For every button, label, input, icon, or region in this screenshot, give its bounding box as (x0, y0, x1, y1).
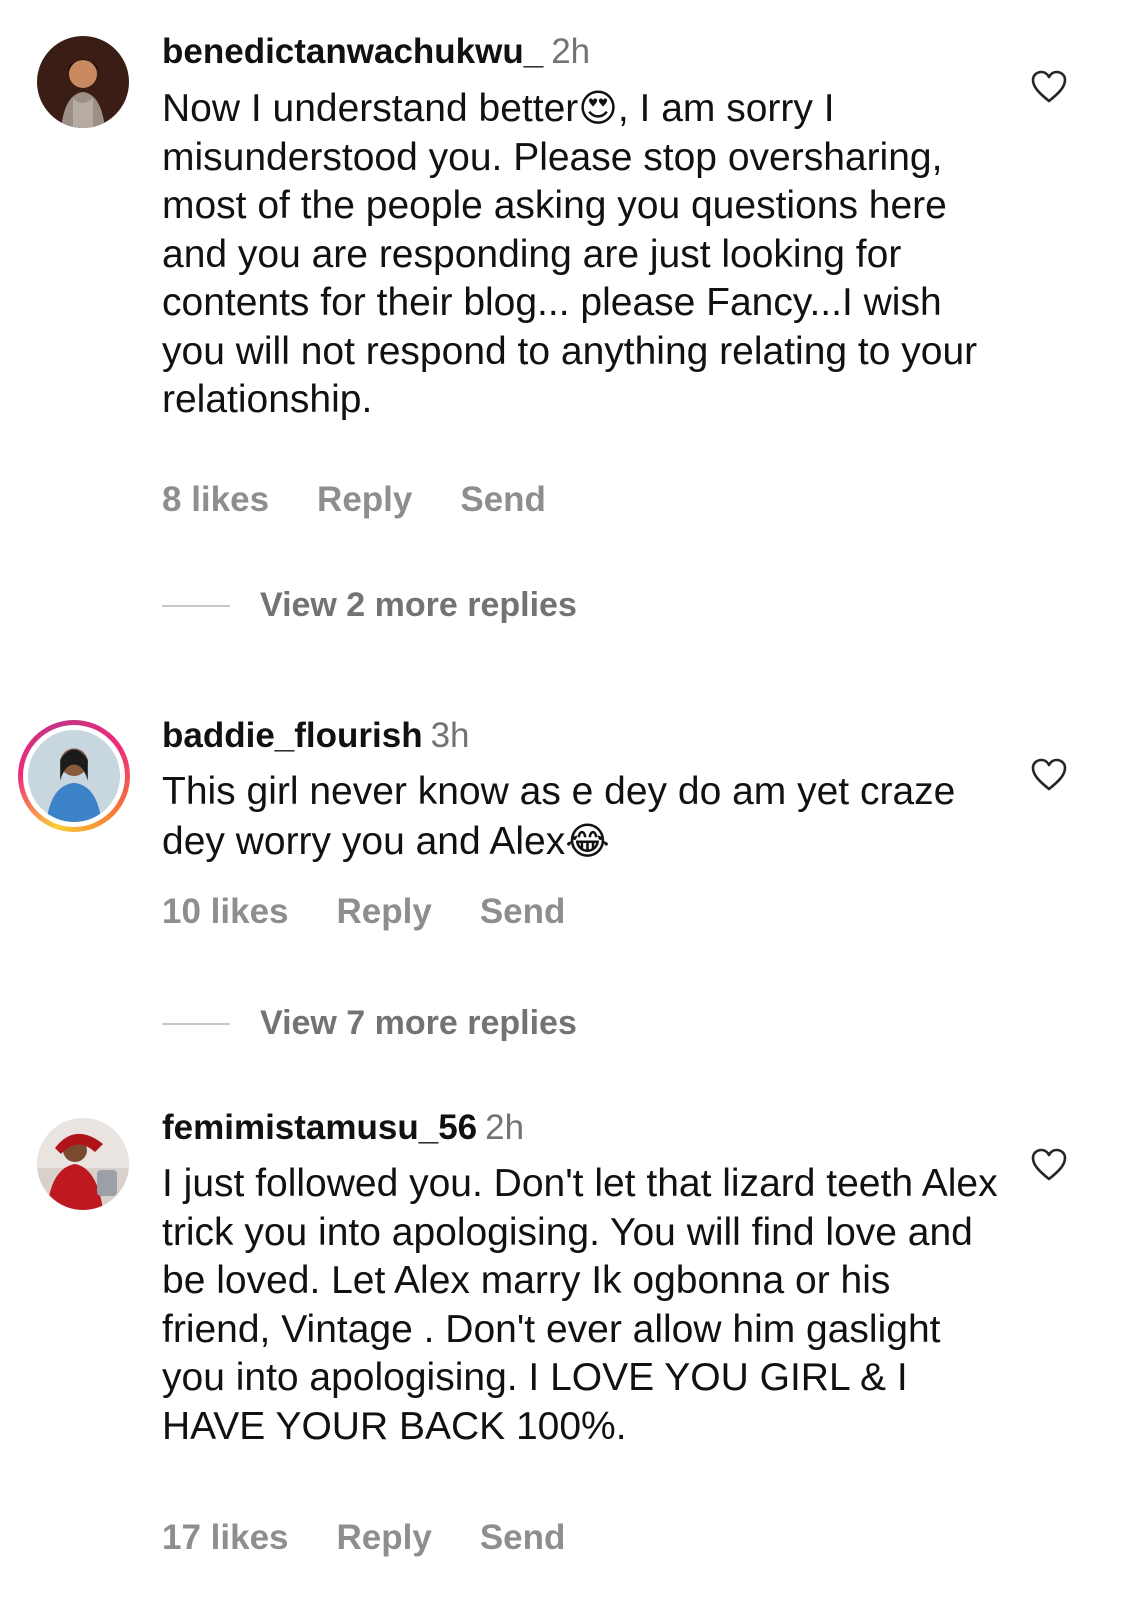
comment-actions: 10 likes Reply Send (162, 892, 613, 932)
username[interactable]: baddie_flourish (162, 716, 423, 755)
view-more-replies[interactable]: View 7 more replies (162, 1004, 577, 1044)
comment-header: benedictanwachukwu_ 2h (162, 32, 590, 72)
timestamp: 3h (430, 716, 470, 755)
comment-header: femimistamusu_56 2h (162, 1108, 524, 1148)
timestamp: 2h (551, 32, 591, 71)
username[interactable]: benedictanwachukwu_ (162, 32, 543, 71)
likes-count[interactable]: 17 likes (162, 1518, 289, 1557)
timestamp: 2h (485, 1108, 525, 1147)
view-more-replies[interactable]: View 2 more replies (162, 586, 577, 626)
send-button[interactable]: Send (460, 480, 546, 519)
comment-actions: 17 likes Reply Send (162, 1518, 613, 1558)
comment-actions: 8 likes Reply Send (162, 480, 594, 520)
comment-text-part: , I am sorry I misunderstood you. Please… (162, 87, 978, 421)
comment-text: I just followed you. Don't let that liza… (162, 1162, 998, 1448)
likes-count[interactable]: 8 likes (162, 480, 269, 519)
send-button[interactable]: Send (480, 892, 566, 931)
avatar[interactable] (37, 1118, 129, 1210)
heart-outline-icon[interactable] (1031, 1148, 1067, 1182)
laughing-emoji: 😂 (565, 818, 610, 863)
reply-button[interactable]: Reply (337, 892, 432, 931)
view-more-label[interactable]: View 7 more replies (260, 1004, 577, 1042)
heart-eyes-emoji: 😍 (578, 86, 618, 130)
comment-text-part: Now I understand better (162, 87, 579, 130)
divider-line (162, 604, 230, 607)
heart-outline-icon[interactable] (1031, 70, 1067, 104)
avatar[interactable] (28, 730, 120, 822)
comment-header: baddie_flourish 3h (162, 716, 470, 756)
likes-count[interactable]: 10 likes (162, 892, 289, 931)
comment-text: Now I understand better😍, I am sorry I m… (162, 84, 992, 425)
avatar-story-ring[interactable] (18, 720, 130, 832)
reply-button[interactable]: Reply (337, 1518, 432, 1557)
heart-outline-icon[interactable] (1031, 758, 1067, 792)
send-button[interactable]: Send (480, 1518, 566, 1557)
comment-text: This girl never know as e dey do am yet … (162, 768, 992, 866)
comment-text-part: This girl never know as e dey do am yet … (162, 770, 956, 863)
avatar[interactable] (37, 36, 129, 128)
divider-line (162, 1022, 230, 1025)
username[interactable]: femimistamusu_56 (162, 1108, 477, 1147)
reply-button[interactable]: Reply (317, 480, 412, 519)
view-more-label[interactable]: View 2 more replies (260, 586, 577, 624)
